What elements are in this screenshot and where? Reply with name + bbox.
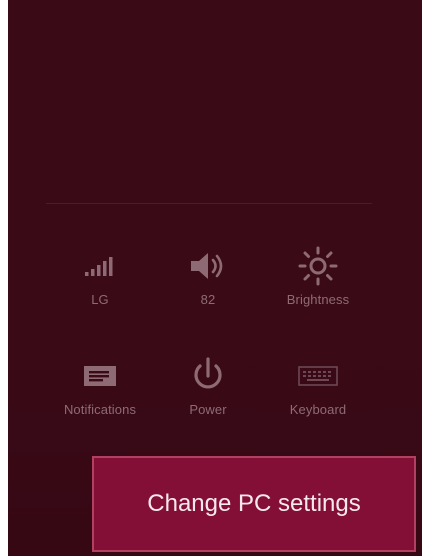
volume-label: 82 [200,292,216,307]
change-pc-settings-label: Change PC settings [147,490,361,517]
wifi-signal-icon [83,244,117,288]
divider [46,203,372,204]
keyboard-icon [297,354,339,398]
keyboard-tile[interactable]: Keyboard [263,354,373,434]
brightness-label: Brightness [286,292,350,307]
notifications-tile[interactable]: Notifications [45,354,155,434]
power-label: Power [189,402,227,417]
screenshot-frame: LG 82 Brightness Notifications Power Key… [0,0,426,556]
volume-icon [188,244,228,288]
network-label: LG [91,292,109,307]
brightness-tile[interactable]: Brightness [263,244,373,324]
power-tile[interactable]: Power [153,354,263,434]
keyboard-label: Keyboard [289,402,347,417]
power-icon [188,354,228,398]
notifications-icon [82,354,118,398]
volume-tile[interactable]: 82 [153,244,263,324]
change-pc-settings-button[interactable]: Change PC settings [92,456,416,552]
notifications-label: Notifications [63,402,137,417]
network-tile[interactable]: LG [45,244,155,324]
brightness-icon [298,244,338,288]
